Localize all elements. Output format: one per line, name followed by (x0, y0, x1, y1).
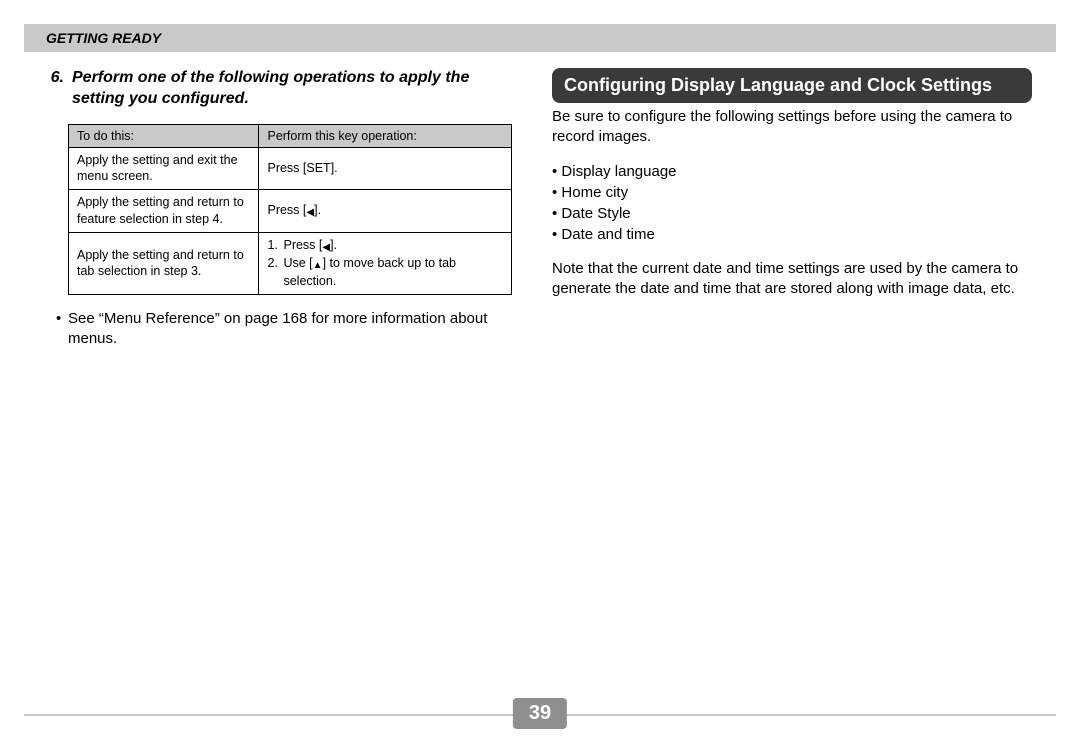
section-header: Getting Ready (24, 24, 1056, 52)
table-header-todo: To do this: (69, 124, 259, 147)
table-row: Apply the setting and return to tab sele… (69, 233, 512, 295)
list-item: Date Style (552, 203, 1032, 224)
list-item: Home city (552, 182, 1032, 203)
step-6: 6. Perform one of the following operatio… (42, 68, 512, 110)
step-number: 6. (42, 68, 72, 110)
up-arrow-icon (313, 256, 323, 273)
cell-todo: Apply the setting and exit the menu scre… (69, 147, 259, 190)
left-arrow-icon (306, 203, 314, 220)
page-footer: 39 (24, 698, 1056, 730)
step-instruction: Perform one of the following operations … (72, 68, 512, 110)
page-number-badge: 39 (513, 698, 567, 729)
table-row: Apply the setting and exit the menu scre… (69, 147, 512, 190)
menu-reference-note: • See “Menu Reference” on page 168 for m… (56, 309, 512, 350)
table-row: Apply the setting and return to feature … (69, 190, 512, 233)
content-columns: 6. Perform one of the following operatio… (0, 52, 1080, 349)
list-item: Date and time (552, 224, 1032, 245)
list-item: Display language (552, 161, 1032, 182)
operations-table: To do this: Perform this key operation: … (68, 124, 512, 295)
cell-todo: Apply the setting and return to feature … (69, 190, 259, 233)
intro-text: Be sure to configure the following setti… (552, 107, 1032, 148)
cell-op: Press []. Use [] to move back up to tab … (259, 233, 512, 295)
cell-todo: Apply the setting and return to tab sele… (69, 233, 259, 295)
settings-list: Display language Home city Date Style Da… (552, 161, 1032, 245)
cell-op: Press [SET]. (259, 147, 512, 190)
section-banner: Configuring Display Language and Clock S… (552, 68, 1032, 103)
date-note: Note that the current date and time sett… (552, 259, 1032, 300)
right-column: Configuring Display Language and Clock S… (532, 68, 1032, 349)
left-column: 6. Perform one of the following operatio… (42, 68, 532, 349)
cell-op: Press []. (259, 190, 512, 233)
section-header-label: Getting Ready (46, 30, 161, 46)
left-arrow-icon (322, 238, 330, 255)
table-header-op: Perform this key operation: (259, 124, 512, 147)
